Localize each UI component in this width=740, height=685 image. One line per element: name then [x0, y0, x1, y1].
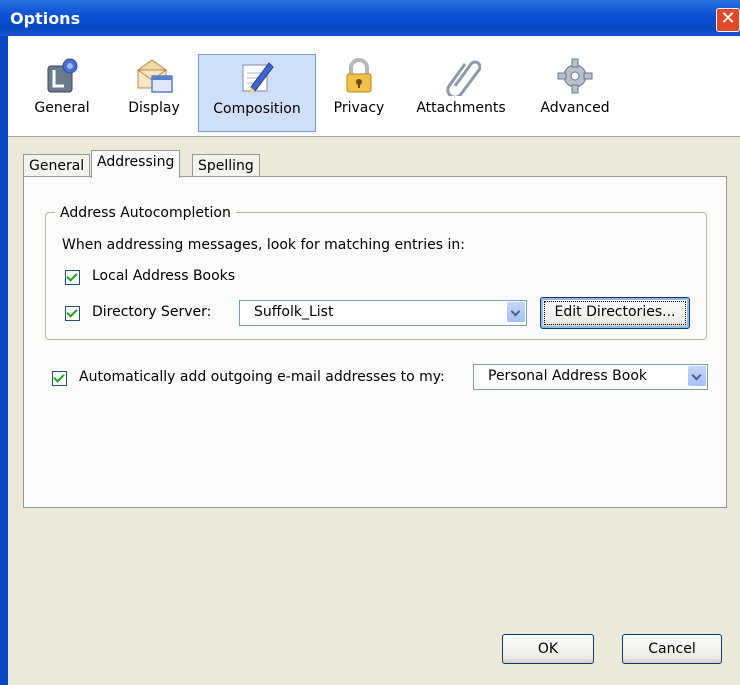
edit-directories-label: Edit Directories... [554, 304, 676, 320]
ok-label: OK [537, 641, 559, 657]
display-icon [136, 59, 173, 93]
toolbar-label: General [34, 100, 90, 116]
local-address-books-label: Local Address Books [92, 268, 236, 284]
toolbar-label: Attachments [416, 100, 506, 116]
auto-add-checkbox[interactable] [52, 371, 67, 386]
address-book-value: Personal Address Book [488, 368, 648, 384]
auto-add-label: Automatically add outgoing e-mail addres… [79, 369, 445, 385]
directory-server-value: Suffolk_List [254, 304, 334, 320]
close-button[interactable]: ✕ [716, 8, 740, 32]
toolbar-label: Composition [213, 101, 301, 117]
toolbar-advanced[interactable]: Advanced [530, 54, 620, 130]
toolbar-privacy[interactable]: Privacy [326, 54, 392, 130]
cancel-label: Cancel [648, 641, 696, 657]
toolbar-label: Display [128, 100, 180, 116]
toolbar-composition[interactable]: Composition [198, 54, 316, 132]
window-title: Options [10, 9, 81, 28]
tab-label: General [29, 158, 85, 174]
chevron-down-icon[interactable] [688, 366, 706, 386]
chevron-down-icon[interactable] [507, 302, 525, 322]
directory-server-select[interactable]: Suffolk_List [239, 300, 527, 326]
ok-button[interactable]: OK [502, 634, 594, 664]
paperclip-icon [446, 60, 481, 96]
tab-general[interactable]: General [23, 154, 91, 178]
toolbar-display[interactable]: Display [118, 54, 190, 130]
window-frame-left [0, 36, 8, 685]
toolbar-general[interactable]: General [26, 54, 98, 130]
address-book-select[interactable]: Personal Address Book [473, 364, 708, 390]
local-address-books-checkbox[interactable] [65, 270, 80, 285]
toolbar-label: Privacy [333, 100, 385, 116]
tab-label: Addressing [97, 154, 175, 170]
toolbar-attachments[interactable]: Attachments [406, 54, 516, 130]
tab-spelling[interactable]: Spelling [192, 154, 260, 178]
general-icon [47, 58, 78, 93]
directory-server-checkbox[interactable] [65, 306, 80, 321]
autocomplete-description: When addressing messages, look for match… [62, 237, 465, 253]
gear-icon [557, 58, 593, 94]
tab-addressing[interactable]: Addressing [91, 150, 181, 178]
cancel-button[interactable]: Cancel [622, 634, 722, 664]
edit-directories-button[interactable]: Edit Directories... [540, 297, 690, 329]
title-bar: Options ✕ [0, 0, 740, 36]
group-legend: Address Autocompletion [55, 205, 236, 221]
options-toolbar: General Display Composition Privacy Atta… [8, 36, 740, 137]
privacy-lock-icon [346, 58, 372, 93]
toolbar-label: Advanced [540, 100, 610, 116]
directory-server-label: Directory Server: [92, 304, 212, 320]
tab-label: Spelling [198, 158, 254, 174]
composition-icon [242, 62, 274, 93]
